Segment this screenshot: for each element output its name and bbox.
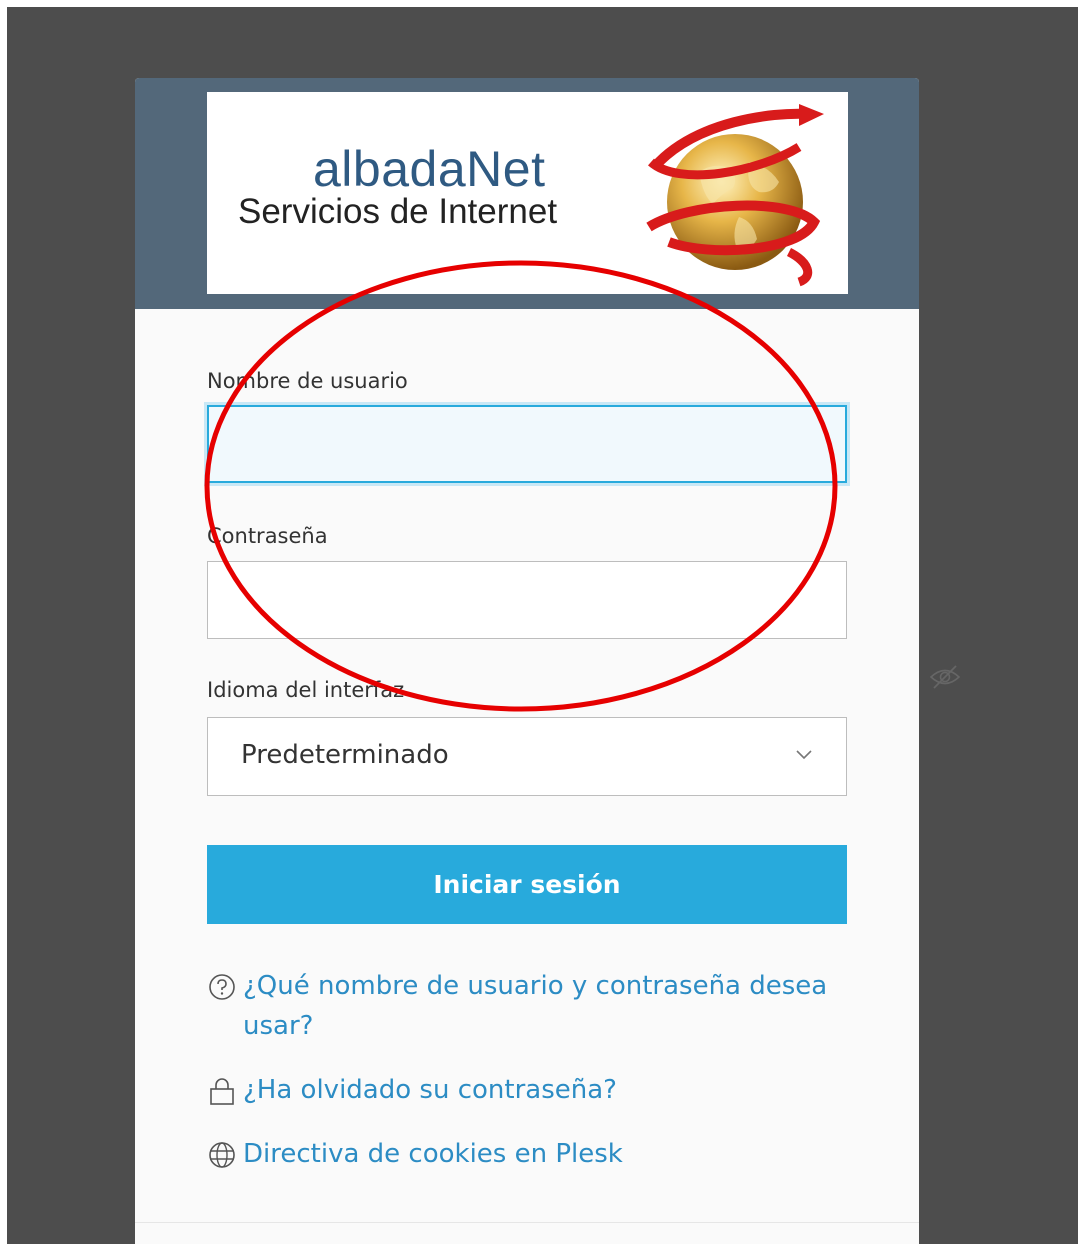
- password-label: Contraseña: [207, 524, 328, 548]
- forgot-password-link[interactable]: ¿Ha olvidado su contraseña?: [243, 1070, 843, 1110]
- cookies-link-row: Directiva de cookies en Plesk: [207, 1134, 843, 1174]
- eye-slash-icon[interactable]: [928, 663, 962, 691]
- language-label: Idioma del interfaz: [207, 678, 405, 702]
- username-input[interactable]: [207, 405, 847, 483]
- login-button[interactable]: Iniciar sesión: [207, 845, 847, 924]
- chevron-down-icon: [796, 750, 812, 760]
- forgot-link-row: ¿Ha olvidado su contraseña?: [207, 1070, 843, 1110]
- lock-icon: [210, 1078, 234, 1105]
- language-select[interactable]: Predeterminado: [207, 717, 847, 796]
- language-selected-value: Predeterminado: [241, 740, 449, 770]
- password-input[interactable]: [207, 561, 847, 639]
- question-circle-icon: [209, 974, 235, 1000]
- help-link-row: ¿Qué nombre de usuario y contraseña dese…: [207, 966, 843, 1046]
- cookie-policy-link[interactable]: Directiva de cookies en Plesk: [243, 1134, 843, 1174]
- globe-icon: [209, 1142, 235, 1168]
- login-form: Nombre de usuario Contraseña Idioma del …: [135, 78, 961, 1244]
- help-credentials-link[interactable]: ¿Qué nombre de usuario y contraseña dese…: [243, 966, 843, 1046]
- footer-divider: [135, 1222, 919, 1223]
- username-label: Nombre de usuario: [207, 369, 408, 393]
